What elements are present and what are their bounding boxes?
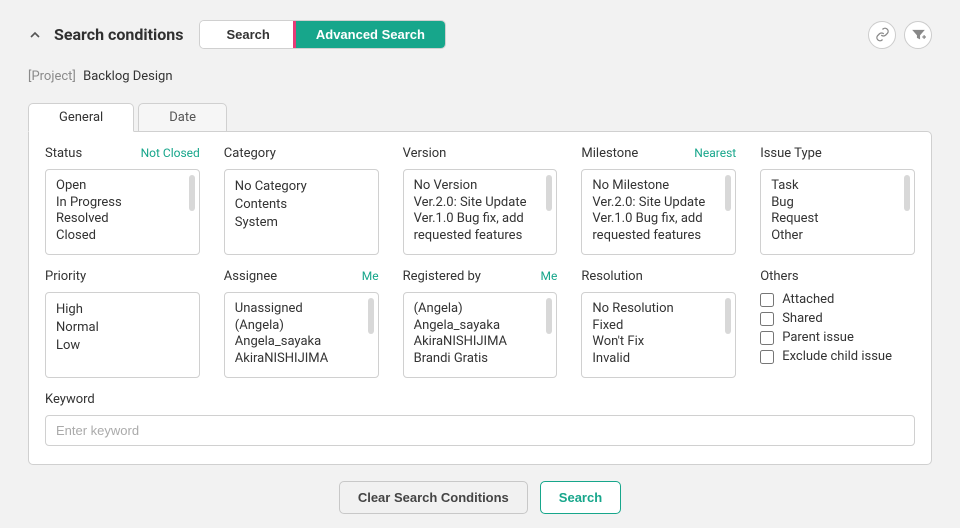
list-item[interactable]: Ver.2.0: Site Update bbox=[412, 195, 549, 212]
keyword-label: Keyword bbox=[45, 392, 95, 407]
list-item[interactable]: Ver.1.0 Bug fix, add requested features bbox=[590, 211, 727, 244]
milestone-listbox[interactable]: No Milestone Ver.2.0: Site Update Ver.1.… bbox=[581, 169, 736, 255]
list-item[interactable]: Brandi Gratis bbox=[412, 351, 549, 368]
others-parent-checkbox[interactable]: Parent issue bbox=[760, 330, 915, 345]
registeredby-me-link[interactable]: Me bbox=[541, 269, 558, 283]
list-item[interactable]: Task bbox=[769, 178, 906, 195]
others-exclude-child-checkbox[interactable]: Exclude child issue bbox=[760, 349, 915, 364]
filter-plus-icon[interactable] bbox=[904, 21, 932, 49]
list-item[interactable]: Open bbox=[54, 178, 191, 195]
project-name: Backlog Design bbox=[83, 69, 172, 84]
category-label: Category bbox=[224, 146, 276, 161]
list-item[interactable]: Fixed bbox=[590, 318, 727, 335]
list-item[interactable]: Request bbox=[769, 211, 906, 228]
list-item[interactable]: Low bbox=[54, 337, 191, 355]
list-item[interactable]: No Category bbox=[233, 178, 370, 196]
checkbox[interactable] bbox=[760, 312, 774, 326]
scrollbar[interactable] bbox=[725, 298, 731, 334]
search-button[interactable]: Search bbox=[540, 481, 621, 514]
list-item[interactable]: Contents bbox=[233, 196, 370, 214]
list-item[interactable]: No Version bbox=[412, 178, 549, 195]
others-attached-checkbox[interactable]: Attached bbox=[760, 292, 915, 307]
scrollbar[interactable] bbox=[904, 175, 910, 211]
resolution-listbox[interactable]: No Resolution Fixed Won't Fix Invalid bbox=[581, 292, 736, 378]
search-mode-toggle: Search Advanced Search bbox=[199, 20, 445, 49]
issuetype-label: Issue Type bbox=[760, 146, 822, 161]
simple-search-button[interactable]: Search bbox=[200, 21, 295, 48]
priority-label: Priority bbox=[45, 269, 86, 284]
project-prefix: [Project] bbox=[28, 69, 76, 84]
list-item[interactable]: Closed bbox=[54, 228, 191, 245]
clear-search-button[interactable]: Clear Search Conditions bbox=[339, 481, 528, 514]
assignee-me-link[interactable]: Me bbox=[362, 269, 379, 283]
checkbox[interactable] bbox=[760, 293, 774, 307]
checkbox[interactable] bbox=[760, 331, 774, 345]
assignee-listbox[interactable]: Unassigned (Angela) Angela_sayaka AkiraN… bbox=[224, 292, 379, 378]
milestone-nearest-link[interactable]: Nearest bbox=[694, 146, 736, 160]
checkbox[interactable] bbox=[760, 350, 774, 364]
page-title: Search conditions bbox=[54, 25, 183, 44]
list-item[interactable]: Normal bbox=[54, 319, 191, 337]
scrollbar[interactable] bbox=[546, 298, 552, 334]
assignee-label: Assignee bbox=[224, 269, 277, 284]
status-notclosed-link[interactable]: Not Closed bbox=[141, 146, 200, 160]
list-item[interactable]: Angela_sayaka bbox=[233, 334, 370, 351]
scrollbar[interactable] bbox=[189, 175, 195, 211]
status-listbox[interactable]: Open In Progress Resolved Closed bbox=[45, 169, 200, 255]
registeredby-listbox[interactable]: (Angela) Angela_sayaka AkiraNISHIJIMA Br… bbox=[403, 292, 558, 378]
list-item[interactable]: Unassigned bbox=[233, 301, 370, 318]
version-label: Version bbox=[403, 146, 447, 161]
search-panel: Status Not Closed Open In Progress Resol… bbox=[28, 131, 932, 465]
keyword-input[interactable] bbox=[45, 415, 915, 446]
category-listbox[interactable]: No Category Contents System bbox=[224, 169, 379, 255]
issuetype-listbox[interactable]: Task Bug Request Other bbox=[760, 169, 915, 255]
list-item[interactable]: Bug bbox=[769, 195, 906, 212]
scrollbar[interactable] bbox=[725, 175, 731, 211]
collapse-caret-icon[interactable] bbox=[28, 28, 42, 42]
others-label: Others bbox=[760, 269, 798, 284]
status-label: Status bbox=[45, 146, 82, 161]
registeredby-label: Registered by bbox=[403, 269, 481, 284]
list-item[interactable]: (Angela) bbox=[412, 301, 549, 318]
list-item[interactable]: Ver.2.0: Site Update bbox=[590, 195, 727, 212]
list-item[interactable]: (Angela) bbox=[233, 318, 370, 335]
list-item[interactable]: Resolved bbox=[54, 211, 191, 228]
list-item[interactable]: System bbox=[233, 214, 370, 232]
list-item[interactable]: AkiraNISHIJIMA bbox=[412, 334, 549, 351]
list-item[interactable]: In Progress bbox=[54, 195, 191, 212]
tab-date[interactable]: Date bbox=[138, 103, 227, 132]
others-shared-checkbox[interactable]: Shared bbox=[760, 311, 915, 326]
list-item[interactable]: Invalid bbox=[590, 351, 727, 368]
priority-listbox[interactable]: High Normal Low bbox=[45, 292, 200, 378]
list-item[interactable]: High bbox=[54, 301, 191, 319]
resolution-label: Resolution bbox=[581, 269, 642, 284]
scrollbar[interactable] bbox=[546, 175, 552, 211]
scrollbar[interactable] bbox=[368, 298, 374, 334]
list-item[interactable]: Won't Fix bbox=[590, 334, 727, 351]
list-item[interactable]: Angela_sayaka bbox=[412, 318, 549, 335]
version-listbox[interactable]: No Version Ver.2.0: Site Update Ver.1.0 … bbox=[403, 169, 558, 255]
list-item[interactable]: No Resolution bbox=[590, 301, 727, 318]
list-item[interactable]: Other bbox=[769, 228, 906, 245]
advanced-search-button[interactable]: Advanced Search bbox=[296, 21, 445, 48]
link-icon[interactable] bbox=[868, 21, 896, 49]
list-item[interactable]: Ver.1.0 Bug fix, add requested features bbox=[412, 211, 549, 244]
breadcrumb: [Project] Backlog Design bbox=[28, 69, 932, 84]
milestone-label: Milestone bbox=[581, 146, 638, 161]
list-item[interactable]: No Milestone bbox=[590, 178, 727, 195]
tab-general[interactable]: General bbox=[28, 103, 134, 132]
list-item[interactable]: AkiraNISHIJIMA bbox=[233, 351, 370, 368]
